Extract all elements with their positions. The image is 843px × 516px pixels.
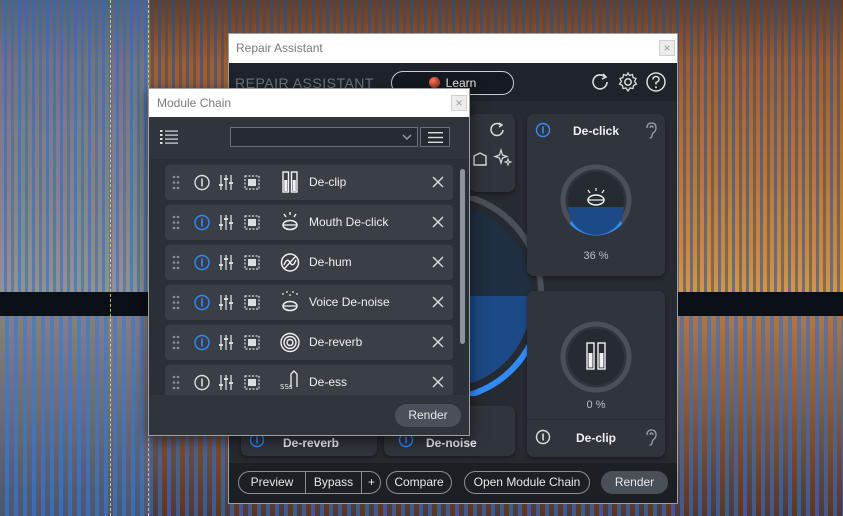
remove-icon[interactable] bbox=[431, 325, 445, 360]
power-toggle-icon[interactable] bbox=[193, 325, 211, 360]
chain-render-button[interactable]: Render bbox=[395, 404, 461, 427]
hamburger-icon bbox=[428, 132, 443, 143]
declip-amount-knob[interactable] bbox=[560, 321, 632, 393]
record-icon bbox=[428, 77, 440, 88]
module-row-declip[interactable]: De-clip bbox=[165, 165, 453, 200]
drag-handle-icon[interactable] bbox=[171, 165, 181, 200]
sliders-icon[interactable] bbox=[217, 365, 235, 395]
solo-select-icon[interactable] bbox=[243, 245, 261, 280]
drag-handle-icon[interactable] bbox=[171, 205, 181, 240]
close-icon[interactable]: × bbox=[451, 95, 467, 111]
sliders-icon[interactable] bbox=[217, 245, 235, 280]
solo-select-icon[interactable] bbox=[243, 365, 261, 395]
declip-panel: 0 % De-clip bbox=[527, 291, 665, 457]
add-button[interactable]: + bbox=[362, 472, 381, 493]
sparkle-icon[interactable] bbox=[493, 148, 513, 168]
bypass-button[interactable]: Bypass bbox=[306, 472, 361, 493]
power-toggle-icon[interactable] bbox=[193, 245, 211, 280]
window-title: Module Chain bbox=[157, 96, 232, 110]
repair-assistant-titlebar[interactable]: Repair Assistant × bbox=[229, 34, 677, 63]
solo-select-icon[interactable] bbox=[243, 285, 261, 320]
chevron-down-icon bbox=[402, 134, 412, 140]
declick-amount-knob[interactable] bbox=[560, 164, 632, 236]
preview-button[interactable]: Preview bbox=[239, 472, 305, 493]
module-chain-window: Module Chain × De-clip Mouth De-click De… bbox=[148, 88, 470, 436]
drag-handle-icon[interactable] bbox=[171, 285, 181, 320]
module-row-dehum[interactable]: De-hum bbox=[165, 245, 453, 280]
declick-panel: De-click 36 % bbox=[527, 114, 665, 276]
window-title: Repair Assistant bbox=[236, 41, 323, 55]
module-row-mouth-declick[interactable]: Mouth De-click bbox=[165, 205, 453, 240]
module-name: De-hum bbox=[309, 255, 352, 269]
repair-assistant-footer: Preview Bypass + Compare Open Module Cha… bbox=[229, 463, 677, 503]
playhead-line bbox=[110, 0, 111, 516]
dereverb-icon bbox=[280, 332, 300, 353]
dereverb-title: De-reverb bbox=[282, 436, 340, 450]
module-list-scrollbar[interactable] bbox=[460, 169, 465, 344]
solo-select-icon[interactable] bbox=[243, 205, 261, 240]
solo-select-icon[interactable] bbox=[243, 325, 261, 360]
open-module-chain-button[interactable]: Open Module Chain bbox=[464, 471, 590, 494]
sliders-icon[interactable] bbox=[217, 285, 235, 320]
power-toggle-icon[interactable] bbox=[193, 205, 211, 240]
listen-icon[interactable] bbox=[471, 150, 489, 168]
deess-icon: SSs bbox=[280, 370, 298, 391]
list-icon[interactable] bbox=[159, 129, 179, 145]
module-list: De-clip Mouth De-click De-hum Voice De-n… bbox=[149, 159, 469, 395]
ear-icon[interactable] bbox=[643, 428, 659, 446]
remove-icon[interactable] bbox=[431, 205, 445, 240]
help-icon[interactable] bbox=[645, 71, 667, 93]
module-row-deess[interactable]: SSs De-ess bbox=[165, 365, 453, 395]
remove-icon[interactable] bbox=[431, 245, 445, 280]
preset-select[interactable] bbox=[230, 127, 418, 147]
module-name: De-reverb bbox=[309, 335, 363, 349]
voice-denoise-icon bbox=[282, 291, 298, 312]
module-chain-toolbar bbox=[149, 117, 469, 159]
module-chain-titlebar[interactable]: Module Chain × bbox=[149, 89, 469, 117]
refresh-icon[interactable] bbox=[589, 71, 611, 93]
module-name: De-ess bbox=[309, 375, 348, 389]
sliders-icon[interactable] bbox=[217, 325, 235, 360]
render-button[interactable]: Render bbox=[601, 471, 668, 494]
sliders-icon[interactable] bbox=[217, 165, 235, 200]
power-toggle-icon[interactable] bbox=[193, 165, 211, 200]
gear-icon[interactable] bbox=[617, 71, 639, 93]
declip-icon bbox=[282, 171, 298, 193]
ear-icon[interactable] bbox=[643, 121, 659, 139]
module-chain-footer: Render bbox=[149, 395, 469, 435]
solo-select-icon[interactable] bbox=[243, 165, 261, 200]
module-row-dereverb[interactable]: De-reverb bbox=[165, 325, 453, 360]
dehum-icon bbox=[280, 253, 300, 272]
remove-icon[interactable] bbox=[431, 285, 445, 320]
power-toggle-icon[interactable] bbox=[193, 365, 211, 395]
preview-bypass-group: Preview Bypass + bbox=[238, 471, 381, 494]
drag-handle-icon[interactable] bbox=[171, 325, 181, 360]
denoise-title: De-noise bbox=[426, 436, 477, 450]
declick-percent: 36 % bbox=[583, 250, 609, 262]
declip-percent: 0 % bbox=[586, 399, 606, 411]
drag-handle-icon[interactable] bbox=[171, 365, 181, 395]
svg-text:SSs: SSs bbox=[280, 383, 293, 391]
close-icon[interactable]: × bbox=[659, 40, 675, 56]
chain-menu-button[interactable] bbox=[420, 127, 450, 147]
module-name: Voice De-noise bbox=[309, 295, 390, 309]
compare-button[interactable]: Compare bbox=[386, 471, 452, 494]
module-name: De-clip bbox=[309, 175, 347, 189]
power-toggle-icon[interactable] bbox=[193, 285, 211, 320]
mouth-declick-icon bbox=[282, 212, 298, 231]
drag-handle-icon[interactable] bbox=[171, 245, 181, 280]
module-row-voice-denoise[interactable]: Voice De-noise bbox=[165, 285, 453, 320]
hidden-panel-top bbox=[469, 114, 515, 192]
module-name: Mouth De-click bbox=[309, 215, 389, 229]
sliders-icon[interactable] bbox=[217, 205, 235, 240]
remove-icon[interactable] bbox=[431, 165, 445, 200]
remove-icon[interactable] bbox=[431, 365, 445, 395]
refresh-icon[interactable] bbox=[487, 120, 507, 140]
